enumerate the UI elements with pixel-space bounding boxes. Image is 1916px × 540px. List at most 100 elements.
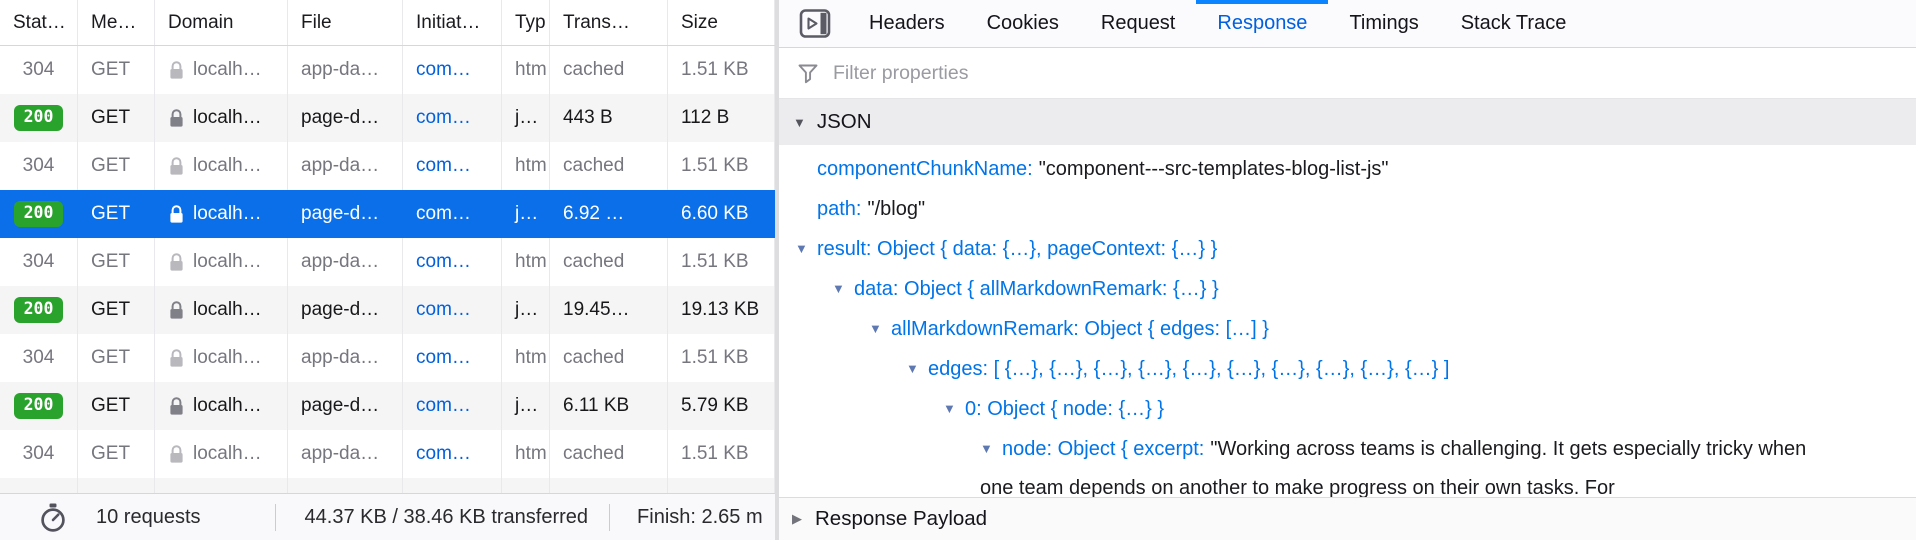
- lock-icon: [168, 252, 185, 273]
- method-cell: GET: [78, 334, 155, 382]
- initiator-cell[interactable]: com…: [403, 142, 502, 190]
- json-tree-row: ▼edges: [ {…}, {…}, {…}, {…}, {…}, {…}, …: [779, 349, 1826, 389]
- request-details-panel: Headers Cookies RequestResponse Timings Stac…: [779, 0, 1916, 540]
- request-row[interactable]: [0, 478, 775, 493]
- transferred-cell: cached: [550, 334, 668, 382]
- status-badge: 200: [14, 201, 64, 227]
- lock-icon: [168, 156, 185, 177]
- size-cell: [668, 478, 775, 493]
- initiator-cell[interactable]: com…: [403, 286, 502, 334]
- domain-text: localh…: [193, 443, 262, 465]
- json-tree-row: ▼data: Object { allMarkdownRemark: {…} }: [779, 269, 1826, 309]
- method-cell: [78, 478, 155, 493]
- transferred-total: 44.37 KB / 38.46 KB transferred: [305, 506, 589, 529]
- initiator-cell[interactable]: com…: [403, 190, 502, 238]
- status-code: 304: [23, 347, 55, 369]
- initiator-cell[interactable]: com…: [403, 430, 502, 478]
- type-cell: j…: [502, 382, 550, 430]
- properties-filter-row: [779, 48, 1916, 99]
- column-header-domain[interactable]: Domain: [155, 0, 288, 45]
- twisty-icon[interactable]: ▼: [980, 429, 1002, 468]
- json-section-header[interactable]: ▼ JSON: [779, 99, 1916, 145]
- status-cell: [0, 478, 78, 493]
- json-tree-row: ▼0: Object { node: {…} }: [779, 389, 1826, 429]
- file-cell: app-da…: [288, 142, 403, 190]
- initiator-cell[interactable]: com…: [403, 94, 502, 142]
- domain-cell: localh…: [155, 286, 288, 334]
- column-header-transferred[interactable]: Trans…: [550, 0, 668, 45]
- json-value: "component---src-templates-blog-list-js": [1039, 158, 1389, 180]
- domain-cell: [155, 478, 288, 493]
- twisty-icon[interactable]: ▼: [832, 269, 854, 308]
- column-header-file[interactable]: File: [288, 0, 403, 45]
- twisty-icon[interactable]: ▼: [795, 229, 817, 268]
- type-cell: htm: [502, 334, 550, 382]
- domain-text: localh…: [193, 251, 262, 273]
- twisty-icon[interactable]: ▼: [869, 309, 891, 348]
- column-header-method[interactable]: Me…: [78, 0, 155, 45]
- requests-table-header: Stat…Me…DomainFileInitiat…TypTrans…Size: [0, 0, 775, 46]
- type-cell: [502, 478, 550, 493]
- response-payload-section[interactable]: ▶ Response Payload: [779, 497, 1916, 540]
- status-cell: 304: [0, 142, 78, 190]
- request-row[interactable]: 200 GET localh… page-d… com… j… 6.11 KB …: [0, 382, 775, 430]
- lock-icon: [168, 108, 185, 129]
- transferred-cell: 6.11 KB: [550, 382, 668, 430]
- status-badge: 200: [14, 105, 64, 131]
- type-cell: htm: [502, 46, 550, 94]
- initiator-cell[interactable]: com…: [403, 334, 502, 382]
- initiator-cell[interactable]: com…: [403, 238, 502, 286]
- request-row[interactable]: 304 GET localh… app-da… com… htm cached …: [0, 238, 775, 286]
- file-cell: app-da…: [288, 430, 403, 478]
- column-header-status[interactable]: Stat…: [0, 0, 78, 45]
- initiator-cell[interactable]: com…: [403, 382, 502, 430]
- details-tab-bar: Headers Cookies RequestResponse Timings Stac…: [779, 0, 1916, 48]
- domain-cell: localh…: [155, 94, 288, 142]
- column-header-size[interactable]: Size: [668, 0, 775, 45]
- method-cell: GET: [78, 286, 155, 334]
- json-key: data: Object { allMarkdownRemark: {…} }: [854, 278, 1219, 300]
- method-cell: GET: [78, 382, 155, 430]
- response-payload-label: Response Payload: [815, 507, 987, 531]
- json-tree-row: ▼allMarkdownRemark: Object { edges: […] …: [779, 309, 1826, 349]
- request-row[interactable]: 200 GET localh… page-d… com… j… 443 B 11…: [0, 94, 775, 142]
- tab-cookies[interactable]: Cookies: [966, 0, 1080, 47]
- file-cell: app-da…: [288, 238, 403, 286]
- method-cell: GET: [78, 142, 155, 190]
- tab-stack-trace[interactable]: Stack Trace: [1440, 0, 1588, 47]
- transferred-cell: cached: [550, 142, 668, 190]
- domain-cell: localh…: [155, 334, 288, 382]
- request-row[interactable]: 304 GET localh… app-da… com… htm cached …: [0, 334, 775, 382]
- transferred-cell: cached: [550, 238, 668, 286]
- filter-properties-input[interactable]: [831, 61, 1916, 86]
- initiator-cell[interactable]: com…: [403, 46, 502, 94]
- tab-label: Cookies: [987, 12, 1059, 35]
- tab-label: Timings: [1349, 12, 1418, 35]
- lock-icon: [168, 300, 185, 321]
- initiator-cell[interactable]: [403, 478, 502, 493]
- request-row[interactable]: 200 GET localh… page-d… com… j… 19.45… 1…: [0, 286, 775, 334]
- tab-headers[interactable]: Headers: [848, 0, 966, 47]
- size-cell: 1.51 KB: [668, 142, 775, 190]
- request-row[interactable]: 304 GET localh… app-da… com… htm cached …: [0, 46, 775, 94]
- tab-timings[interactable]: Timings: [1328, 0, 1439, 47]
- twisty-icon[interactable]: ▼: [906, 349, 928, 388]
- twisty-icon[interactable]: ▼: [943, 389, 965, 428]
- lock-icon: [168, 348, 185, 369]
- funnel-icon: [796, 61, 820, 85]
- column-header-initiator[interactable]: Initiat…: [403, 0, 502, 45]
- tab-response[interactable]: Response: [1196, 0, 1328, 47]
- request-row[interactable]: 200 GET localh… page-d… com… j… 6.92 … 6…: [0, 190, 775, 238]
- domain-text: localh…: [193, 59, 262, 81]
- lock-icon: [168, 60, 185, 81]
- domain-text: localh…: [193, 107, 262, 129]
- column-header-type[interactable]: Typ: [502, 0, 550, 45]
- play-panel-icon[interactable]: [799, 8, 832, 39]
- tab-request[interactable]: Request: [1080, 0, 1197, 47]
- request-row[interactable]: 304 GET localh… app-da… com… htm cached …: [0, 142, 775, 190]
- json-key: result: Object { data: {…}, pageContext:…: [817, 238, 1217, 260]
- network-status-bar: 10 requests 44.37 KB / 38.46 KB transfer…: [0, 493, 775, 540]
- status-cell: 200: [0, 286, 78, 334]
- json-key: componentChunkName:: [817, 158, 1033, 180]
- request-row[interactable]: 304 GET localh… app-da… com… htm cached …: [0, 430, 775, 478]
